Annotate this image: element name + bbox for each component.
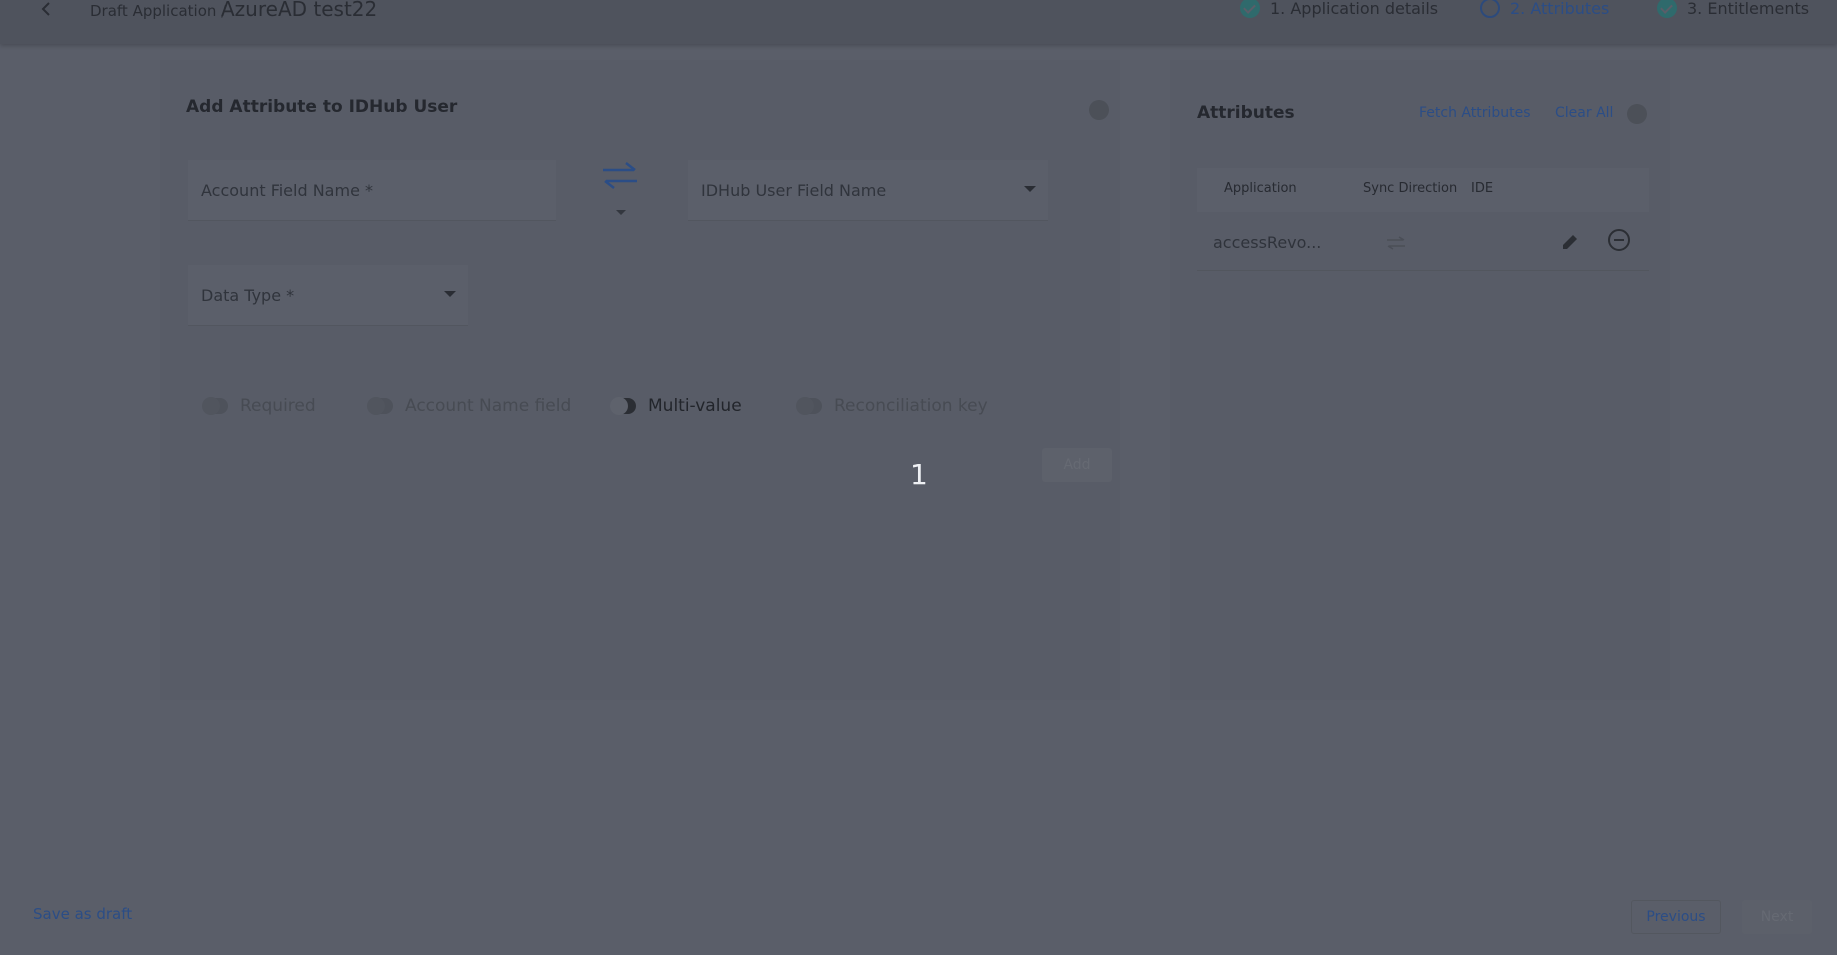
- step-entitlements[interactable]: 3. Entitlements: [1657, 0, 1809, 18]
- add-attribute-button[interactable]: Add: [1042, 448, 1112, 482]
- step-application-details[interactable]: 1. Application details: [1240, 0, 1438, 18]
- info-icon[interactable]: [1627, 104, 1647, 124]
- back-arrow-icon[interactable]: [38, 0, 56, 20]
- toggle-required[interactable]: Required: [202, 396, 316, 416]
- application-title: AzureAD test22: [221, 0, 378, 21]
- step-active-icon: [1480, 0, 1500, 18]
- toggle-multi-value[interactable]: Multi-value: [610, 396, 742, 416]
- form-title: Add Attribute to IDHub User: [186, 97, 458, 117]
- column-sync-direction[interactable]: Sync Direction: [1363, 181, 1457, 196]
- step-label: 3. Entitlements: [1687, 0, 1810, 18]
- data-type-placeholder: Data Type *: [201, 286, 295, 305]
- step-label: 2. Attributes: [1510, 0, 1610, 18]
- attributes-title: Attributes: [1197, 103, 1295, 123]
- step-done-icon: [1657, 0, 1677, 18]
- account-field-placeholder: Account Field Name *: [201, 181, 373, 200]
- attributes-panel: [1170, 60, 1670, 700]
- step-counter-badge: 1: [910, 458, 928, 491]
- step-done-icon: [1240, 0, 1260, 18]
- column-application[interactable]: Application: [1224, 181, 1297, 196]
- toggle-label: Reconciliation key: [834, 396, 988, 416]
- sync-direction-dropdown-icon[interactable]: [616, 210, 626, 215]
- toggle-switch[interactable]: [202, 397, 228, 415]
- clear-all-button[interactable]: Clear All: [1555, 105, 1613, 121]
- edit-pencil-icon[interactable]: [1559, 231, 1581, 253]
- step-attributes[interactable]: 2. Attributes: [1480, 0, 1609, 18]
- previous-button[interactable]: Previous: [1631, 900, 1721, 934]
- account-field-name-input[interactable]: Account Field Name *: [188, 160, 556, 221]
- row-application-name: accessRevo...: [1213, 233, 1322, 252]
- table-row[interactable]: accessRevo...: [1197, 216, 1649, 271]
- data-type-select[interactable]: Data Type *: [188, 265, 468, 326]
- toggle-label: Account Name field: [405, 396, 572, 416]
- column-ide[interactable]: IDE: [1471, 181, 1493, 196]
- breadcrumb-prefix[interactable]: Draft Application /: [90, 2, 226, 20]
- idhub-field-placeholder: IDHub User Field Name: [701, 181, 887, 200]
- toggle-switch[interactable]: [796, 397, 822, 415]
- toggle-label: Multi-value: [648, 396, 742, 416]
- fetch-attributes-button[interactable]: Fetch Attributes: [1419, 105, 1531, 121]
- save-as-draft-link[interactable]: Save as draft: [33, 905, 132, 923]
- toggle-label: Required: [240, 396, 316, 416]
- sync-both-icon: [1387, 236, 1405, 250]
- chevron-down-icon: [444, 291, 456, 297]
- chevron-down-icon: [1024, 186, 1036, 192]
- toggle-switch[interactable]: [610, 397, 636, 415]
- add-attribute-panel: [160, 60, 1120, 700]
- toggle-switch[interactable]: [367, 397, 393, 415]
- top-bar: Draft Application / AzureAD test22 1. Ap…: [0, 0, 1837, 44]
- idhub-user-field-select[interactable]: IDHub User Field Name: [688, 160, 1048, 221]
- sync-direction-icon[interactable]: [600, 160, 640, 192]
- toggle-account-name-field[interactable]: Account Name field: [367, 396, 572, 416]
- toggle-reconciliation-key[interactable]: Reconciliation key: [796, 396, 988, 416]
- remove-circle-icon[interactable]: [1608, 229, 1630, 251]
- attributes-table-header: Application Sync Direction IDE: [1197, 168, 1649, 212]
- info-icon[interactable]: [1089, 100, 1109, 120]
- step-label: 1. Application details: [1270, 0, 1439, 18]
- next-button[interactable]: Next: [1742, 900, 1812, 934]
